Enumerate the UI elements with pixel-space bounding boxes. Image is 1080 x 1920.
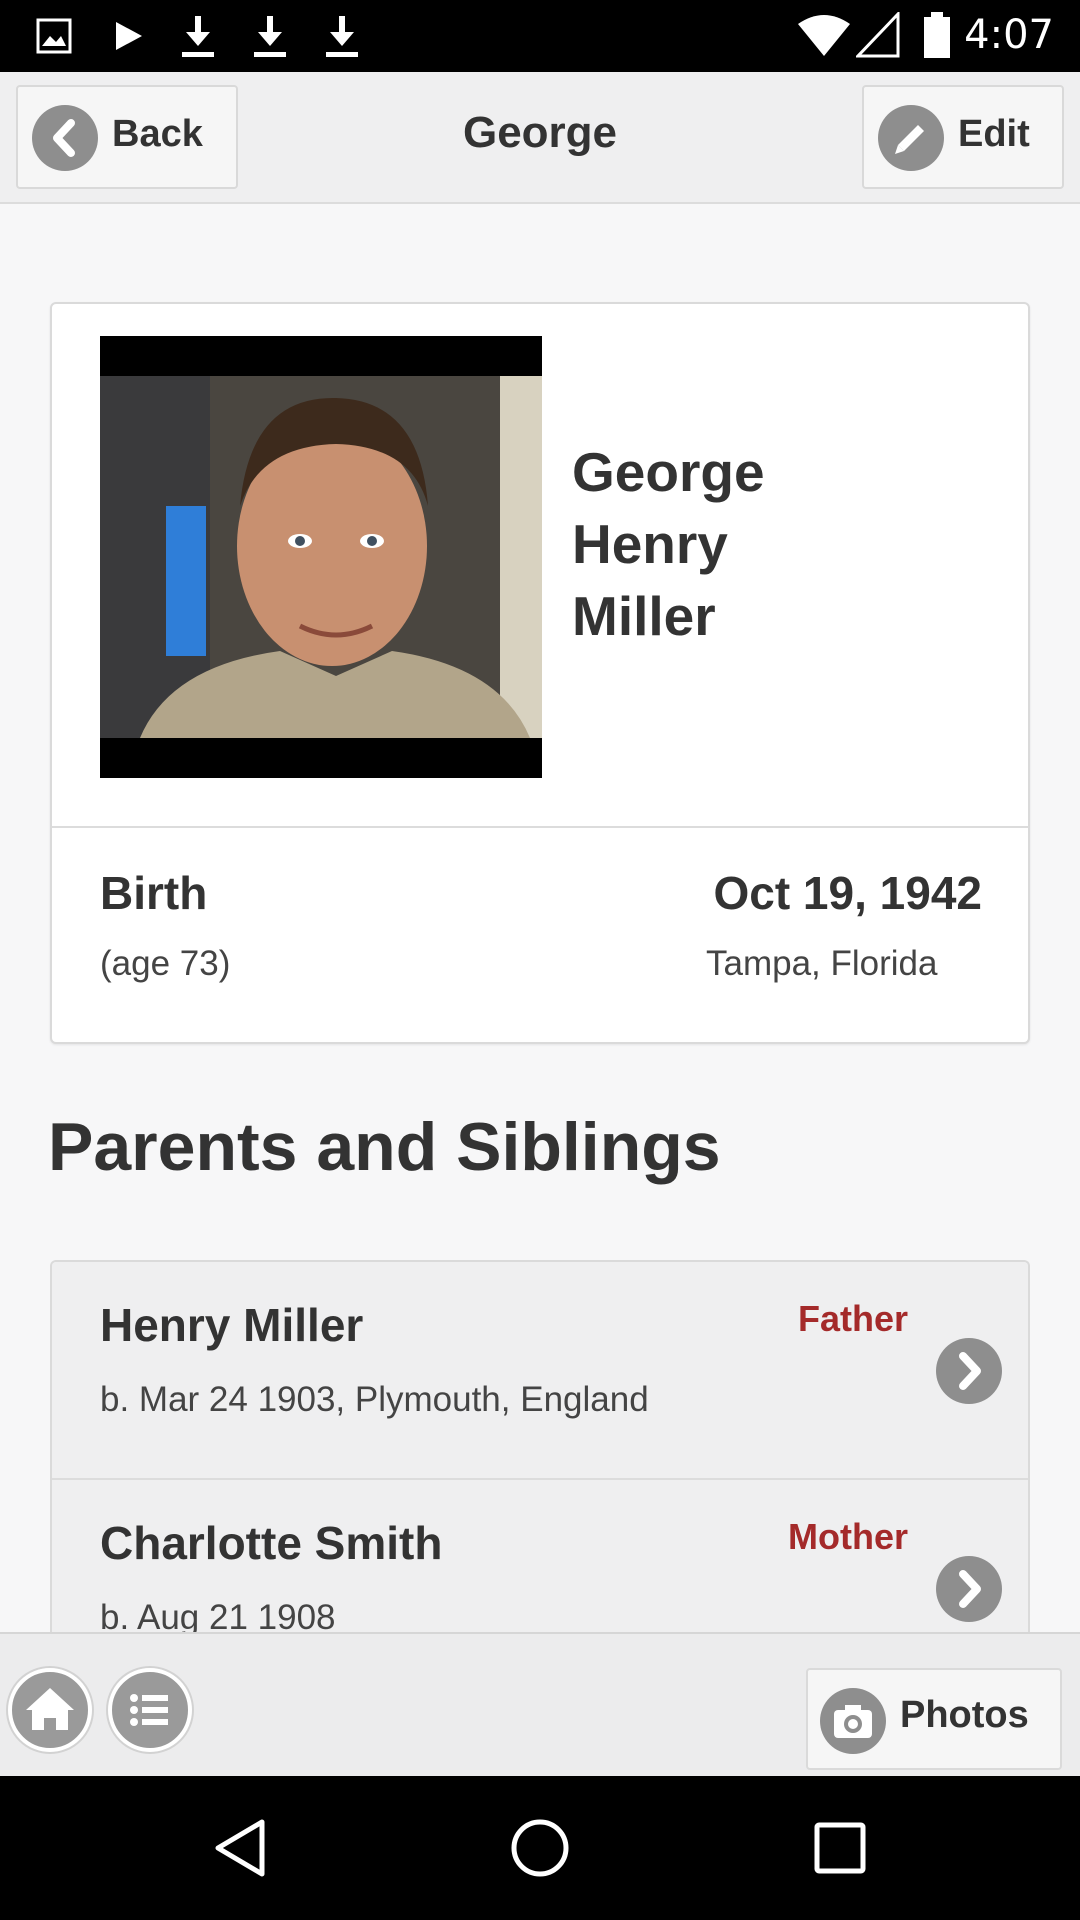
card-divider [52, 826, 1028, 828]
list-item[interactable]: Henry Miller b. Mar 24 1903, Plymouth, E… [52, 1262, 1028, 1480]
relative-detail: b. Mar 24 1903, Plymouth, England [100, 1380, 649, 1419]
download-icon [182, 16, 214, 57]
full-name: George Henry Miller [572, 436, 972, 652]
home-icon [26, 1688, 74, 1730]
birth-place: Tampa, Florida [706, 944, 938, 983]
birth-age: (age 73) [100, 944, 231, 983]
relative-role: Mother [788, 1516, 908, 1557]
relatives-list: Henry Miller b. Mar 24 1903, Plymouth, E… [50, 1260, 1030, 1632]
signal-icon [856, 12, 900, 58]
system-navigation-bar [0, 1776, 1080, 1920]
chevron-right-icon[interactable] [936, 1556, 1002, 1622]
chevron-right-icon[interactable] [936, 1338, 1002, 1404]
edit-button[interactable]: Edit [862, 85, 1064, 189]
home-button[interactable] [8, 1668, 92, 1752]
image-icon [36, 18, 72, 54]
status-bar: 4:07 [0, 0, 1080, 72]
header-bar: Back George Edit [0, 72, 1080, 204]
status-time: 4:07 [964, 12, 1054, 58]
section-title: Parents and Siblings [48, 1109, 721, 1185]
nav-recents-icon[interactable] [812, 1816, 868, 1880]
edit-label: Edit [958, 113, 1030, 155]
nav-back-icon[interactable] [210, 1816, 270, 1880]
profile-photo[interactable] [100, 336, 542, 778]
battery-icon [924, 12, 950, 58]
last-name: Miller [572, 585, 716, 647]
relative-name: Charlotte Smith [100, 1517, 443, 1569]
play-icon [116, 22, 142, 50]
profile-card: George Henry Miller Birth (age 73) Oct 1… [50, 302, 1030, 1044]
camera-icon [820, 1688, 886, 1754]
relative-detail: b. Aug 21 1908 [100, 1598, 336, 1632]
list-item[interactable]: Charlotte Smith b. Aug 21 1908 Mother [52, 1480, 1028, 1632]
birth-date: Oct 19, 1942 [713, 867, 982, 919]
middle-name: Henry [572, 513, 728, 575]
photos-button[interactable]: Photos [806, 1668, 1062, 1770]
relative-role: Father [797, 1298, 908, 1339]
relative-name: Henry Miller [100, 1299, 364, 1351]
photos-label: Photos [900, 1694, 1029, 1736]
first-name: George [572, 441, 765, 503]
list-button[interactable] [108, 1668, 192, 1752]
bottom-toolbar: Photos [0, 1632, 1080, 1776]
list-icon [130, 1694, 168, 1726]
birth-label: Birth [100, 867, 208, 919]
download-icon [326, 16, 358, 57]
nav-home-icon[interactable] [508, 1816, 572, 1880]
download-icon [254, 16, 286, 57]
pencil-icon [878, 105, 944, 171]
wifi-icon [798, 15, 850, 56]
